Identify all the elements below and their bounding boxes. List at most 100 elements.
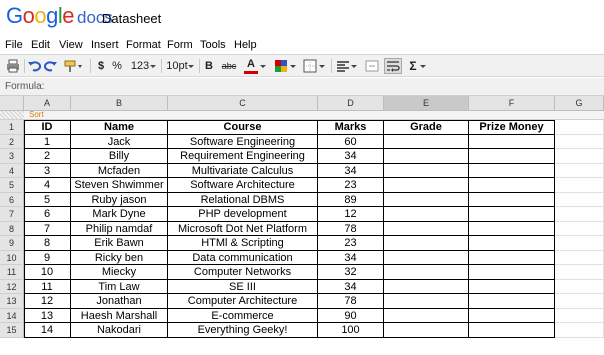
table-cell[interactable] xyxy=(469,250,555,265)
sort-label[interactable]: Sort xyxy=(29,110,44,119)
table-cell[interactable] xyxy=(469,265,555,280)
sheet-cell[interactable] xyxy=(555,120,604,135)
sheet-cell[interactable] xyxy=(555,207,604,222)
table-header-cell[interactable]: Course xyxy=(168,120,318,135)
table-cell[interactable] xyxy=(384,149,469,164)
google-docs-logo[interactable]: Google docs xyxy=(6,3,113,29)
align-left-icon[interactable] xyxy=(336,58,350,74)
document-title[interactable]: Datasheet xyxy=(102,11,161,26)
table-cell[interactable]: Jack xyxy=(71,134,168,149)
menu-tools[interactable]: Tools xyxy=(200,39,226,51)
row-header-11[interactable]: 11 xyxy=(0,265,24,280)
table-cell[interactable]: 7 xyxy=(24,221,71,236)
table-cell[interactable]: Computer Architecture xyxy=(168,294,318,309)
table-cell[interactable]: E-commerce xyxy=(168,308,318,323)
chevron-down-icon[interactable] xyxy=(289,58,297,74)
column-header-c[interactable]: C xyxy=(168,96,318,111)
table-cell[interactable] xyxy=(384,163,469,178)
row-header-3[interactable]: 3 xyxy=(0,149,24,164)
table-cell[interactable]: Microsoft Dot Net Platform xyxy=(168,221,318,236)
table-cell[interactable]: SE III xyxy=(168,279,318,294)
table-cell[interactable] xyxy=(384,294,469,309)
table-cell[interactable]: 14 xyxy=(24,323,71,338)
table-cell[interactable]: 12 xyxy=(24,294,71,309)
menu-help[interactable]: Help xyxy=(234,39,257,51)
undo-icon[interactable] xyxy=(27,58,41,74)
table-cell[interactable]: PHP development xyxy=(168,207,318,222)
table-cell[interactable]: 5 xyxy=(24,192,71,207)
table-cell[interactable] xyxy=(469,192,555,207)
table-cell[interactable]: 34 xyxy=(318,149,384,164)
table-cell[interactable]: Philip namdaf xyxy=(71,221,168,236)
row-header-15[interactable]: 15 xyxy=(0,323,24,338)
chevron-down-icon[interactable] xyxy=(419,58,427,74)
table-cell[interactable] xyxy=(384,265,469,280)
table-cell[interactable]: HTMl & Scripting xyxy=(168,236,318,251)
table-header-cell[interactable]: Marks xyxy=(318,120,384,135)
table-cell[interactable]: 11 xyxy=(24,279,71,294)
table-cell[interactable]: 10 xyxy=(24,265,71,280)
menu-insert[interactable]: Insert xyxy=(91,39,119,51)
table-cell[interactable]: 60 xyxy=(318,134,384,149)
sheet-cell[interactable] xyxy=(555,294,604,309)
sheet-cell[interactable] xyxy=(555,192,604,207)
font-size-dropdown[interactable]: 10pt xyxy=(166,58,188,74)
redo-icon[interactable] xyxy=(44,58,58,74)
row-header-7[interactable]: 7 xyxy=(0,207,24,222)
table-cell[interactable]: Data communication xyxy=(168,250,318,265)
table-cell[interactable]: 23 xyxy=(318,178,384,193)
sheet-cell[interactable] xyxy=(555,236,604,251)
chevron-down-icon[interactable] xyxy=(350,58,358,74)
table-cell[interactable] xyxy=(469,149,555,164)
table-cell[interactable]: 34 xyxy=(318,279,384,294)
table-cell[interactable]: 78 xyxy=(318,294,384,309)
chevron-down-icon[interactable] xyxy=(149,58,157,74)
table-cell[interactable]: Software Engineering xyxy=(168,134,318,149)
table-header-cell[interactable]: ID xyxy=(24,120,71,135)
table-cell[interactable]: 13 xyxy=(24,308,71,323)
table-cell[interactable]: 34 xyxy=(318,250,384,265)
column-header-g[interactable]: G xyxy=(555,96,604,111)
bold-button[interactable]: B xyxy=(204,58,214,74)
table-cell[interactable] xyxy=(469,294,555,309)
table-header-cell[interactable]: Prize Money xyxy=(469,120,555,135)
freeze-handle[interactable] xyxy=(0,111,24,119)
table-header-cell[interactable]: Grade xyxy=(384,120,469,135)
table-cell[interactable] xyxy=(469,207,555,222)
menu-edit[interactable]: Edit xyxy=(31,39,50,51)
table-cell[interactable] xyxy=(384,236,469,251)
table-cell[interactable]: 100 xyxy=(318,323,384,338)
column-header-b[interactable]: B xyxy=(71,96,168,111)
table-cell[interactable] xyxy=(384,221,469,236)
column-header-d[interactable]: D xyxy=(318,96,384,111)
table-cell[interactable]: Everything Geeky! xyxy=(168,323,318,338)
table-cell[interactable]: 6 xyxy=(24,207,71,222)
table-cell[interactable]: Mcfaden xyxy=(71,163,168,178)
table-cell[interactable] xyxy=(469,221,555,236)
menu-file[interactable]: File xyxy=(5,39,23,51)
table-cell[interactable]: Miecky xyxy=(71,265,168,280)
row-header-6[interactable]: 6 xyxy=(0,192,24,207)
table-cell[interactable]: Requirement Engineering xyxy=(168,149,318,164)
formula-bar[interactable]: Formula: xyxy=(0,78,604,96)
menu-form[interactable]: Form xyxy=(167,39,193,51)
row-header-13[interactable]: 13 xyxy=(0,294,24,309)
chevron-down-icon[interactable] xyxy=(318,58,326,74)
table-cell[interactable]: Billy xyxy=(71,149,168,164)
sheet-cell[interactable] xyxy=(555,323,604,338)
table-cell[interactable]: Haesh Marshall xyxy=(71,308,168,323)
table-cell[interactable] xyxy=(384,308,469,323)
table-cell[interactable]: 90 xyxy=(318,308,384,323)
table-cell[interactable] xyxy=(469,323,555,338)
paint-format-icon[interactable] xyxy=(63,58,85,74)
table-cell[interactable] xyxy=(469,178,555,193)
table-cell[interactable] xyxy=(384,250,469,265)
table-cell[interactable]: Jonathan xyxy=(71,294,168,309)
table-cell[interactable] xyxy=(469,279,555,294)
column-header-f[interactable]: F xyxy=(469,96,555,111)
table-cell[interactable] xyxy=(469,163,555,178)
wrap-text-icon[interactable] xyxy=(384,58,402,74)
row-header-2[interactable]: 2 xyxy=(0,134,24,149)
table-cell[interactable] xyxy=(469,308,555,323)
currency-format-button[interactable]: $ xyxy=(96,58,106,74)
